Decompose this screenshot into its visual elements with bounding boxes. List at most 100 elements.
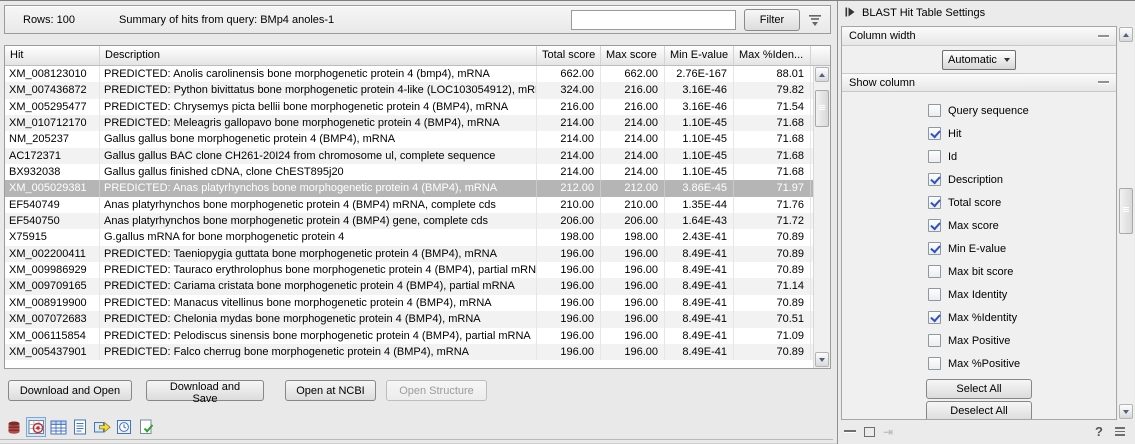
checkbox[interactable] — [928, 242, 941, 255]
checkbox[interactable] — [928, 150, 941, 163]
max-score-cell: 214.00 — [601, 164, 665, 180]
checkbox[interactable] — [928, 288, 941, 301]
checkbox[interactable] — [928, 311, 941, 324]
table-row[interactable]: XM_007436872 PREDICTED: Python bivittatu… — [5, 82, 813, 98]
column-width-value: Automatic — [948, 54, 997, 66]
show-column-section-header[interactable]: Show column — [842, 73, 1116, 92]
table-row[interactable]: XM_005437901 PREDICTED: Falco cherrug bo… — [5, 344, 813, 360]
show-column-option[interactable]: Max bit score — [928, 260, 1116, 283]
table-row[interactable]: XM_007072683 PREDICTED: Chelonia mydas b… — [5, 311, 813, 327]
checkbox[interactable] — [928, 196, 941, 209]
table-row[interactable]: XM_009986929 PREDICTED: Tauraco erythrol… — [5, 262, 813, 278]
column-width-row: Automatic — [842, 46, 1116, 73]
open-at-ncbi-button[interactable]: Open at NCBI — [285, 380, 376, 401]
text-view-icon[interactable] — [70, 417, 90, 437]
deselect-all-button[interactable]: Deselect All — [926, 401, 1032, 420]
show-column-option[interactable]: Max %Identity — [928, 306, 1116, 329]
export-icon[interactable] — [92, 417, 112, 437]
show-column-option[interactable]: Max score — [928, 214, 1116, 237]
column-header-total-score[interactable]: Total score — [537, 46, 601, 65]
scroll-up-button[interactable] — [815, 67, 829, 82]
max-identity-cell: 71.68 — [734, 115, 811, 131]
select-all-button[interactable]: Select All — [926, 379, 1032, 399]
collapse-section-icon[interactable] — [1098, 35, 1109, 38]
show-column-option[interactable]: Description — [928, 168, 1116, 191]
column-header-description[interactable]: Description — [100, 46, 537, 65]
table-row[interactable]: XM_009709165 PREDICTED: Cariama cristata… — [5, 278, 813, 294]
checkbox[interactable] — [928, 265, 941, 278]
open-structure-button[interactable]: Open Structure — [386, 380, 487, 401]
table-row[interactable]: XM_002200411 PREDICTED: Taeniopygia gutt… — [5, 246, 813, 262]
table-row[interactable]: X75915 G.gallus mRNA for bone morphogene… — [5, 229, 813, 245]
arrow-down-icon — [819, 358, 825, 362]
total-score-cell: 196.00 — [537, 262, 601, 278]
column-header-max-score[interactable]: Max score — [601, 46, 665, 65]
database-icon[interactable] — [4, 417, 24, 437]
scrollbar-thumb[interactable] — [815, 90, 829, 127]
checkbox[interactable] — [928, 219, 941, 232]
table-row[interactable]: XM_006115854 PREDICTED: Pelodiscus sinen… — [5, 328, 813, 344]
table-view-icon[interactable] — [48, 417, 68, 437]
show-column-option[interactable]: Min E-value — [928, 237, 1116, 260]
table-vertical-scrollbar[interactable] — [813, 66, 830, 368]
max-identity-cell: 88.01 — [734, 66, 811, 82]
restore-icon[interactable] — [864, 427, 875, 437]
dock-icon[interactable]: ⇥ — [883, 427, 893, 437]
max-identity-cell: 71.97 — [734, 180, 811, 196]
max-score-cell: 214.00 — [601, 115, 665, 131]
column-header-max-identity[interactable]: Max %Iden... — [734, 46, 811, 65]
table-row[interactable]: XM_005029381 PREDICTED: Anas platyrhynch… — [5, 180, 813, 196]
table-row[interactable]: NM_205237 Gallus gallus bone morphogenet… — [5, 131, 813, 147]
checkbox[interactable] — [928, 127, 941, 140]
side-panel-footer: ⇥ ? — [841, 422, 1132, 441]
checkbox[interactable] — [928, 173, 941, 186]
scroll-down-button[interactable] — [1119, 404, 1133, 419]
show-column-option[interactable]: Max %Positive — [928, 352, 1116, 375]
min-evalue-cell: 8.49E-41 — [665, 295, 734, 311]
table-row[interactable]: BX932038 Gallus gallus finished cDNA, cl… — [5, 164, 813, 180]
checkbox[interactable] — [928, 334, 941, 347]
download-and-save-button[interactable]: Download and Save — [146, 380, 264, 401]
panel-collapse-icon[interactable] — [845, 7, 855, 20]
table-row[interactable]: XM_010712170 PREDICTED: Meleagris gallop… — [5, 115, 813, 131]
table-row[interactable]: EF540749 Anas platyrhynchos bone morphog… — [5, 197, 813, 213]
help-icon[interactable]: ? — [1095, 424, 1103, 439]
show-column-option[interactable]: Id — [928, 145, 1116, 168]
filter-button[interactable]: Filter — [744, 9, 800, 31]
scrollbar-thumb[interactable] — [1119, 188, 1133, 234]
show-column-option[interactable]: Max Identity — [928, 283, 1116, 306]
history-icon[interactable] — [114, 417, 134, 437]
show-column-option[interactable]: Max Positive — [928, 329, 1116, 352]
checkbox[interactable] — [928, 357, 941, 370]
collapse-section-icon[interactable] — [1098, 81, 1109, 84]
filter-options-icon[interactable] — [805, 11, 825, 29]
filter-input[interactable] — [571, 10, 736, 30]
show-column-option[interactable]: Hit — [928, 122, 1116, 145]
total-score-cell: 216.00 — [537, 99, 601, 115]
show-column-option[interactable]: Query sequence — [928, 99, 1116, 122]
element-info-icon[interactable] — [136, 417, 156, 437]
table-row[interactable]: EF540750 Anas platyrhynchos bone morphog… — [5, 213, 813, 229]
scroll-down-button[interactable] — [815, 352, 829, 367]
description-cell: Anas platyrhynchos bone morphogenetic pr… — [100, 213, 537, 229]
max-score-cell: 662.00 — [601, 66, 665, 82]
column-header-min-evalue[interactable]: Min E-value — [665, 46, 734, 65]
show-column-option[interactable]: Total score — [928, 191, 1116, 214]
panel-menu-icon[interactable] — [1115, 427, 1125, 436]
total-score-cell: 214.00 — [537, 164, 601, 180]
minimize-icon[interactable] — [844, 430, 856, 433]
table-row[interactable]: XM_008919900 PREDICTED: Manacus vitellin… — [5, 295, 813, 311]
checkbox[interactable] — [928, 104, 941, 117]
scroll-up-button[interactable] — [1119, 27, 1133, 42]
column-width-select[interactable]: Automatic — [942, 50, 1016, 70]
column-header-hit[interactable]: Hit — [5, 46, 100, 65]
download-and-open-button[interactable]: Download and Open — [8, 380, 132, 401]
max-identity-cell: 70.89 — [734, 295, 811, 311]
table-row[interactable]: XM_005295477 PREDICTED: Chrysemys picta … — [5, 99, 813, 115]
panel-vertical-scrollbar[interactable] — [1118, 26, 1134, 420]
table-row[interactable]: XM_008123010 PREDICTED: Anolis carolinen… — [5, 66, 813, 82]
column-width-section-header[interactable]: Column width — [842, 27, 1116, 46]
hit-cell: XM_005029381 — [5, 180, 100, 196]
blast-hit-table-icon[interactable] — [26, 417, 46, 437]
table-row[interactable]: AC172371 Gallus gallus BAC clone CH261-2… — [5, 148, 813, 164]
